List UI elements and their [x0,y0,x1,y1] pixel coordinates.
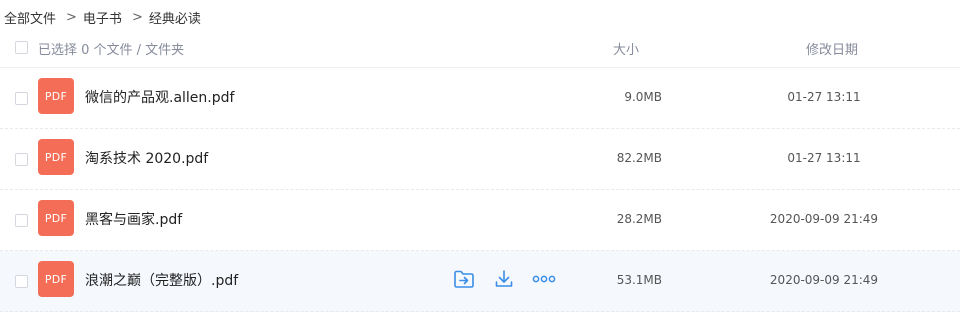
move-icon[interactable] [452,267,476,291]
file-row-hovered[interactable]: PDF 浪潮之巅（完整版）.pdf 53.1MB 2020-09-09 21:4… [0,251,960,312]
file-date: 2020-09-09 21:49 [769,212,879,226]
file-date: 01-27 13:11 [787,151,861,165]
file-date: 2020-09-09 21:49 [769,273,879,287]
file-row[interactable]: PDF 淘系技术 2020.pdf 82.2MB 01-27 13:11 [0,129,960,190]
file-date: 01-27 13:11 [787,90,861,104]
column-header-date[interactable]: 修改日期 [806,39,858,58]
file-list-header: 已选择 0 个文件 / 文件夹 大小 修改日期 [0,28,960,68]
pdf-file-icon: PDF [38,200,74,236]
breadcrumb-separator: > [66,9,77,25]
pdf-file-icon: PDF [38,261,74,297]
file-row[interactable]: PDF 黑客与画家.pdf 28.2MB 2020-09-09 21:49 [0,190,960,251]
file-name[interactable]: 淘系技术 2020.pdf [85,148,208,168]
file-row[interactable]: PDF 微信的产品观.allen.pdf 9.0MB 01-27 13:11 [0,68,960,129]
file-size: 28.2MB [616,212,662,226]
row-actions [452,267,556,291]
select-all-checkbox[interactable] [15,41,28,54]
column-header-size[interactable]: 大小 [613,39,639,58]
breadcrumb-classics: 经典必读 [148,11,201,27]
file-name[interactable]: 微信的产品观.allen.pdf [85,87,234,107]
file-size: 53.1MB [616,273,662,287]
pdf-file-icon: PDF [38,139,74,175]
selection-count: 已选择 0 个文件 / 文件夹 [38,43,185,58]
file-size: 82.2MB [616,151,662,165]
row-checkbox[interactable] [15,214,28,227]
breadcrumb: 全部文件 > 电子书 > 经典必读 [4,7,201,27]
file-name[interactable]: 黑客与画家.pdf [85,209,182,229]
file-name[interactable]: 浪潮之巅（完整版）.pdf [85,270,238,290]
pdf-file-icon: PDF [38,78,74,114]
breadcrumb-ebooks[interactable]: 电子书 [83,8,122,27]
breadcrumb-separator: > [131,9,143,25]
row-checkbox[interactable] [15,275,28,288]
download-icon[interactable] [492,267,516,291]
file-size: 9.0MB [624,90,662,104]
row-checkbox[interactable] [15,92,28,105]
breadcrumb-all-files[interactable]: 全部文件 [4,8,56,27]
more-icon[interactable] [532,267,556,291]
row-checkbox[interactable] [15,153,28,166]
file-list: PDF 微信的产品观.allen.pdf 9.0MB 01-27 13:11 P… [0,68,960,312]
